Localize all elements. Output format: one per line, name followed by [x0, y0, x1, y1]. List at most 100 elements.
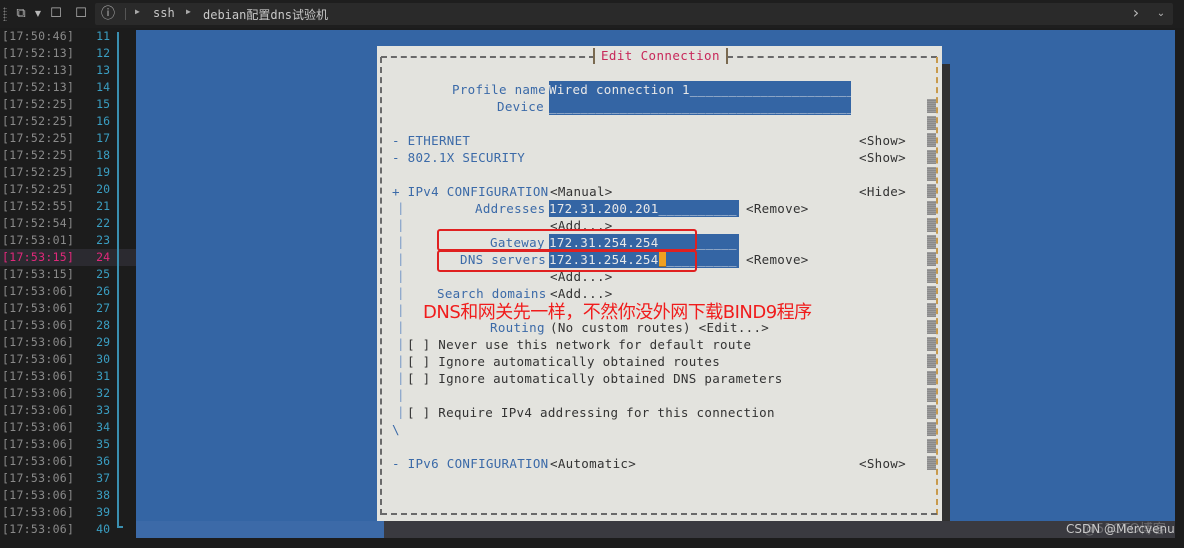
ipv6-section[interactable]: - IPv6 CONFIGURATION [392, 455, 549, 472]
timestamp: [17:52:25] [2, 131, 75, 145]
addresses-input[interactable]: 172.31.200.201__________ [549, 200, 739, 217]
annotation-text: DNS和网关先一样，不然你没外网下载BIND9程序 [423, 302, 812, 323]
scrollbar-block[interactable] [927, 235, 936, 249]
section-guide: | [397, 404, 405, 419]
gutter-line: [17:53:06] 40 [0, 521, 136, 538]
scrollbar-block[interactable] [927, 167, 936, 181]
scrollbar-block[interactable] [927, 150, 936, 164]
line-gutter: [17:50:46] 11 [17:52:13] 12 [17:52:13] 13 [17:… [0, 28, 136, 548]
scrollbar-block[interactable] [927, 388, 936, 402]
ipv4-hide-button[interactable]: <Hide> [859, 183, 906, 200]
ignore-dns-checkbox[interactable]: [ ] Ignore automatically obtained DNS pa… [407, 370, 783, 387]
toolbar: ⧉ ▼ ☐ ☐ ⓘ ▶ ssh ▶ debian配置dns试验机 › ⌄ [0, 0, 1184, 28]
chevron-down-icon[interactable]: ⌄ [1153, 6, 1169, 22]
scrollbar-block[interactable] [927, 439, 936, 453]
line-number: 31 [96, 369, 110, 383]
security-show-button[interactable]: <Show> [859, 149, 906, 166]
gutter-line: [17:53:06] 38 [0, 487, 136, 504]
addresses-remove-button[interactable]: <Remove> [746, 200, 809, 217]
annotation-box-gateway [437, 229, 697, 251]
gutter-line: [17:53:06] 39 [0, 504, 136, 521]
device-input[interactable]: ________________________________________ [549, 98, 851, 115]
scrollbar-block[interactable] [927, 371, 936, 385]
section-guide: | [397, 370, 405, 385]
dialog-border [727, 56, 937, 58]
scrollbar-block[interactable] [927, 252, 936, 266]
gutter-line: [17:52:25] 16 [0, 113, 136, 130]
dns-remove-button[interactable]: <Remove> [746, 251, 809, 268]
dialog-shadow-right [942, 64, 950, 521]
line-number: 35 [96, 437, 110, 451]
never-default-route-checkbox[interactable]: [ ] Never use this network for default r… [407, 336, 751, 353]
gutter-line: [17:53:06] 36 [0, 453, 136, 470]
timestamp: [17:52:13] [2, 46, 75, 60]
line-number: 18 [96, 148, 110, 162]
timestamp: [17:53:06] [2, 386, 75, 400]
gutter-line: [17:52:13] 13 [0, 62, 136, 79]
timestamp: [17:53:06] [2, 318, 75, 332]
scrollbar-block[interactable] [927, 405, 936, 419]
timestamp: [17:52:25] [2, 114, 75, 128]
line-number: 11 [96, 29, 110, 43]
security-section[interactable]: - 802.1X SECURITY [392, 149, 525, 166]
breadcrumb-ssh[interactable]: ssh [153, 6, 175, 20]
dropdown-icon[interactable]: ▼ [30, 6, 46, 22]
gutter-line: [17:53:06] 35 [0, 436, 136, 453]
gutter-line: [17:53:06] 31 [0, 368, 136, 385]
chevron-right-icon[interactable]: › [1128, 5, 1144, 21]
title-bracket [593, 48, 595, 64]
scrollbar-block[interactable] [927, 184, 936, 198]
scrollbar-block[interactable] [927, 422, 936, 436]
line-number: 37 [96, 471, 110, 485]
ipv4-section[interactable]: + IPv4 CONFIGURATION [392, 183, 549, 200]
section-guide: | [397, 319, 405, 334]
ignore-routes-checkbox[interactable]: [ ] Ignore automatically obtained routes [407, 353, 720, 370]
scrollbar-block[interactable] [927, 303, 936, 317]
profile-name-input[interactable]: Wired connection 1______________________ [549, 81, 851, 98]
fold-indicator[interactable] [117, 32, 119, 528]
require-ipv4-checkbox[interactable]: [ ] Require IPv4 addressing for this con… [407, 404, 775, 421]
duplicate-tab-icon[interactable]: ☐ [73, 6, 89, 22]
drag-handle[interactable] [3, 7, 7, 21]
line-number: 29 [96, 335, 110, 349]
gutter-line: [17:52:25] 20 [0, 181, 136, 198]
timestamp: [17:52:25] [2, 97, 75, 111]
scrollbar-block[interactable] [927, 354, 936, 368]
section-guide: | [397, 336, 405, 351]
dialog-border [380, 57, 382, 515]
scrollbar-block[interactable] [927, 320, 936, 334]
timestamp: [17:53:06] [2, 284, 75, 298]
scrollbar-block[interactable] [927, 218, 936, 232]
ethernet-section[interactable]: - ETHERNET [392, 132, 470, 149]
address-bar: ⓘ ▶ ssh ▶ debian配置dns试验机 › ⌄ [95, 3, 1173, 25]
scrollbar-block[interactable] [927, 116, 936, 130]
scrollbar-block[interactable] [927, 337, 936, 351]
ipv4-mode-select[interactable]: <Manual> [550, 183, 613, 200]
line-number: 19 [96, 165, 110, 179]
scrollbar-block[interactable] [927, 133, 936, 147]
new-tab-icon[interactable]: ⧉ [13, 6, 29, 22]
timestamp: [17:52:25] [2, 148, 75, 162]
ipv6-show-button[interactable]: <Show> [859, 455, 906, 472]
line-number: 26 [96, 284, 110, 298]
breadcrumb-arrow-icon: ▶ [186, 7, 191, 16]
line-number: 32 [96, 386, 110, 400]
gutter-line: [17:53:15] 24 [0, 249, 136, 266]
ethernet-show-button[interactable]: <Show> [859, 132, 906, 149]
gutter-line: [17:52:25] 15 [0, 96, 136, 113]
breadcrumb-session[interactable]: debian配置dns试验机 [203, 6, 328, 23]
timestamp: [17:52:13] [2, 63, 75, 77]
gutter-line: [17:52:13] 12 [0, 45, 136, 62]
timestamp: [17:53:01] [2, 233, 75, 247]
timestamp: [17:50:46] [2, 29, 75, 43]
scrollbar-block[interactable] [927, 286, 936, 300]
timestamp: [17:52:25] [2, 165, 75, 179]
info-icon[interactable]: ⓘ [100, 6, 116, 22]
ipv6-mode-select[interactable]: <Automatic> [550, 455, 636, 472]
scrollbar-block[interactable] [927, 269, 936, 283]
scrollbar-block[interactable] [927, 99, 936, 113]
timestamp: [17:53:06] [2, 403, 75, 417]
close-tab-icon[interactable]: ☐ [48, 6, 64, 22]
scrollbar-block[interactable] [927, 456, 936, 470]
scrollbar-block[interactable] [927, 201, 936, 215]
